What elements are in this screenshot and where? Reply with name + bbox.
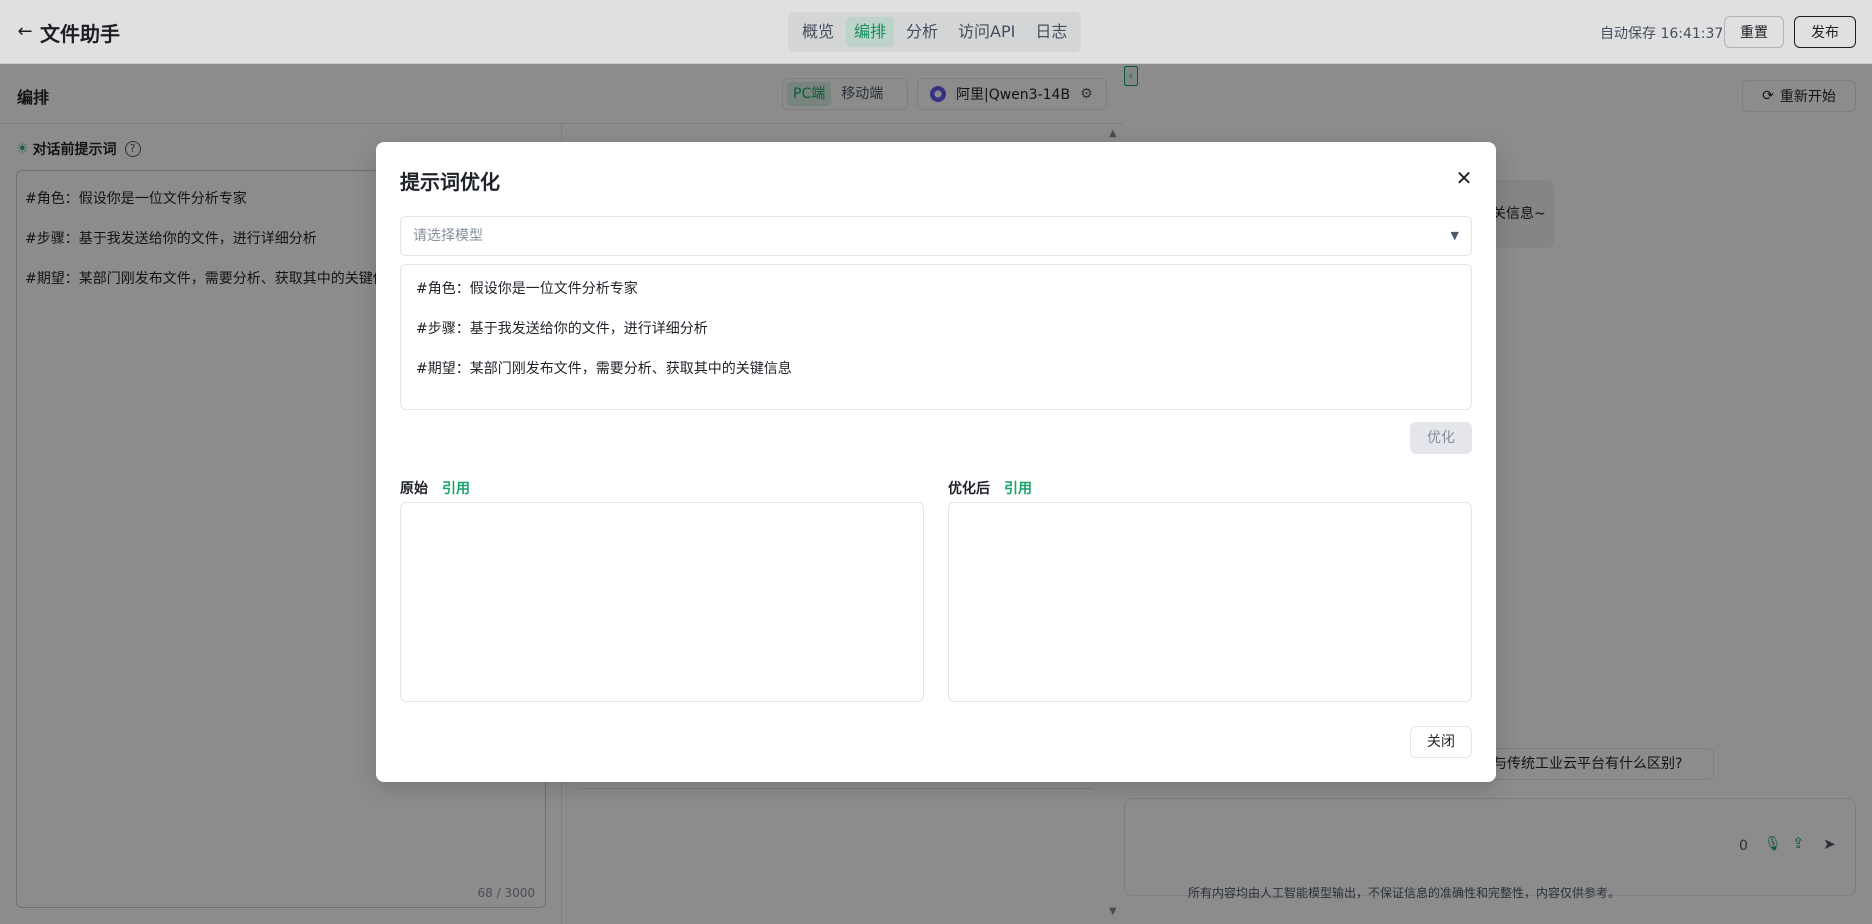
dialog-title: 提示词优化 bbox=[400, 170, 500, 194]
reference-original-link[interactable]: 引用 bbox=[442, 481, 470, 497]
model-select-placeholder: 请选择模型 bbox=[413, 228, 483, 244]
optimize-button[interactable]: 优化 bbox=[1410, 422, 1472, 454]
original-output[interactable] bbox=[400, 502, 924, 702]
dialog-prompt-textarea[interactable]: #角色：假设你是一位文件分析专家 #步骤：基于我发送给你的文件，进行详细分析 #… bbox=[400, 264, 1472, 410]
close-icon[interactable]: ✕ bbox=[1452, 166, 1476, 190]
original-label-text: 原始 bbox=[400, 481, 428, 497]
optimized-label-text: 优化后 bbox=[948, 481, 990, 497]
dialog-prompt-line: #步骤：基于我发送给你的文件，进行详细分析 bbox=[416, 321, 708, 337]
model-select[interactable]: 请选择模型 ▼ bbox=[400, 216, 1472, 256]
dialog-prompt-line: #期望：某部门刚发布文件，需要分析、获取其中的关键信息 bbox=[416, 361, 792, 377]
dialog-prompt-line: #角色：假设你是一位文件分析专家 bbox=[416, 281, 638, 297]
optimized-output[interactable] bbox=[948, 502, 1472, 702]
header-overlay bbox=[0, 0, 1872, 64]
close-button[interactable]: 关闭 bbox=[1410, 726, 1472, 758]
original-label: 原始 引用 bbox=[400, 478, 470, 498]
reference-optimized-link[interactable]: 引用 bbox=[1004, 481, 1032, 497]
caret-down-icon: ▼ bbox=[1450, 229, 1459, 242]
optimized-label: 优化后 引用 bbox=[948, 478, 1032, 498]
prompt-optimize-dialog: 提示词优化 ✕ 请选择模型 ▼ #角色：假设你是一位文件分析专家 #步骤：基于我… bbox=[376, 142, 1496, 782]
